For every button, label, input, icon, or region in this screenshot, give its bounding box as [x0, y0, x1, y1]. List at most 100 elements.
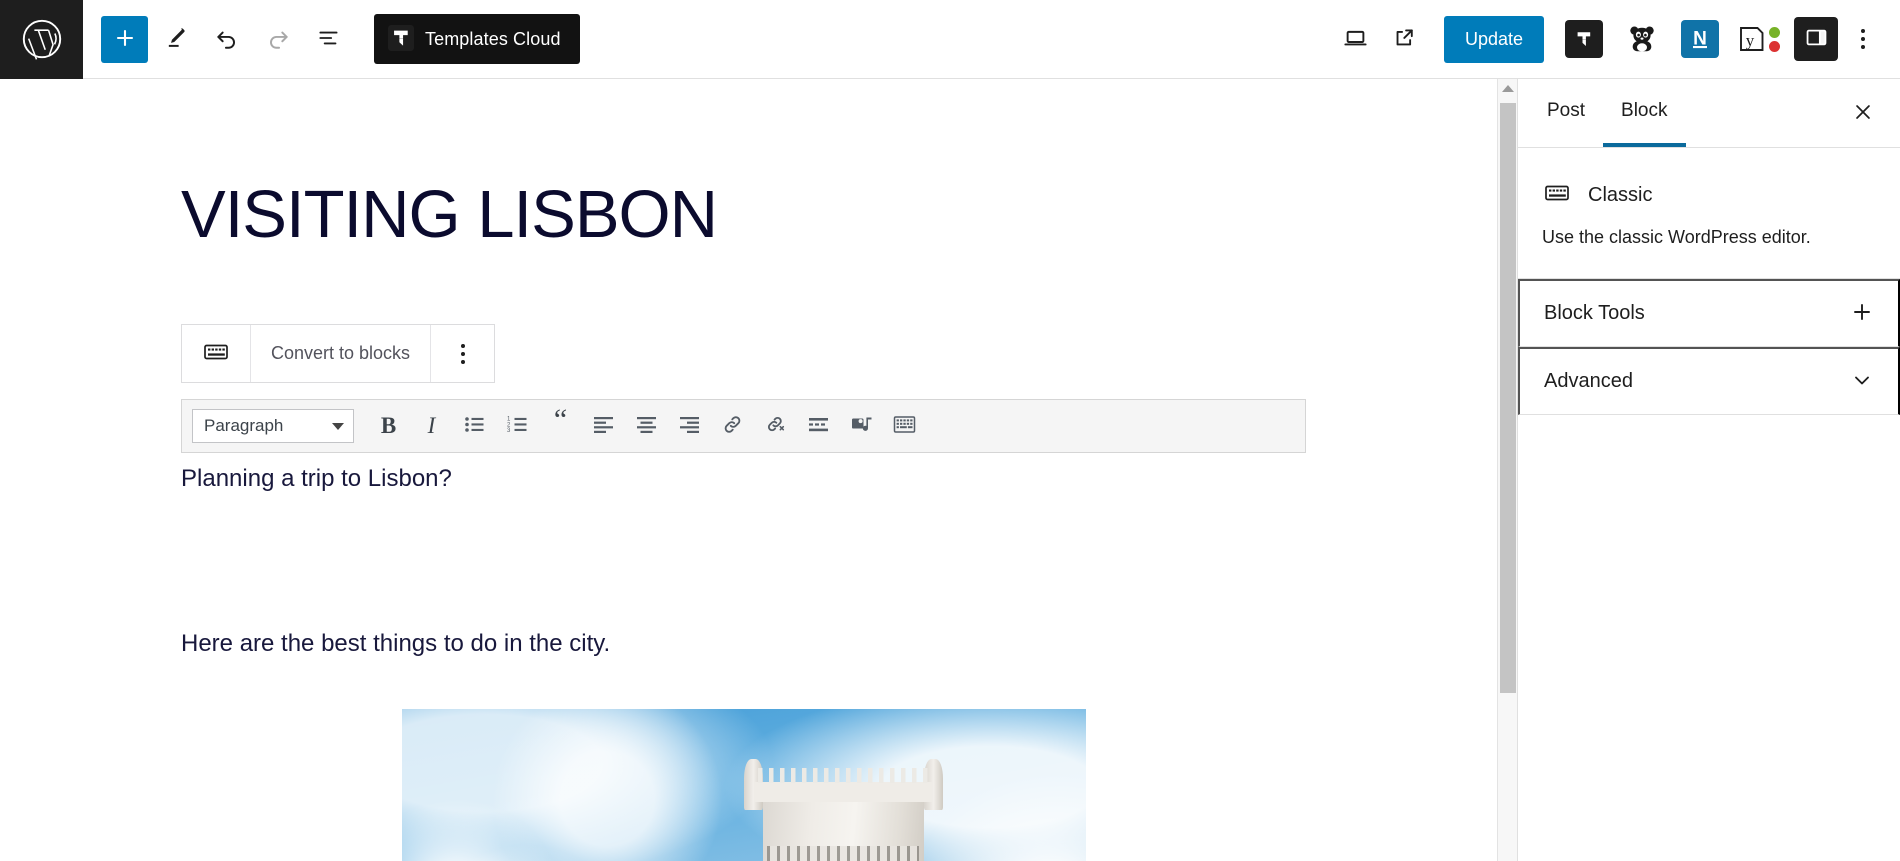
chevron-down-icon [332, 423, 344, 430]
bold-button[interactable]: B [368, 406, 409, 446]
kitchen-sink-icon [893, 413, 916, 439]
editor-scrollbar[interactable] [1497, 79, 1517, 861]
bulleted-list-button[interactable] [454, 406, 495, 446]
unlink-icon [765, 414, 786, 438]
block-options-button[interactable] [431, 325, 494, 382]
list-view-icon [316, 25, 342, 54]
view-post-button[interactable] [1381, 16, 1428, 63]
block-name: Classic [1588, 184, 1652, 207]
paragraph-1[interactable]: Planning a trip to Lisbon? [181, 465, 452, 493]
tools-pencil-button[interactable] [152, 16, 199, 63]
numbered-list-button[interactable]: 1 2 3 [497, 406, 538, 446]
align-left-button[interactable] [583, 406, 624, 446]
laptop-preview-icon [1342, 24, 1369, 54]
chevron-down-icon [1850, 368, 1874, 395]
redo-icon [265, 25, 291, 54]
add-block-button[interactable] [101, 16, 148, 63]
sidebar-panel-icon [1804, 25, 1829, 53]
align-right-button[interactable] [669, 406, 710, 446]
update-button[interactable]: Update [1444, 16, 1544, 63]
panel-advanced[interactable]: Advanced [1518, 347, 1900, 415]
editor-canvas[interactable]: VISITING LISBON Convert to blocks [0, 79, 1497, 861]
undo-button[interactable] [203, 16, 250, 63]
toolbar-toggle-button[interactable] [884, 406, 925, 446]
align-left-icon [593, 414, 614, 438]
add-media-button[interactable] [841, 406, 882, 446]
insert-read-more-button[interactable] [798, 406, 839, 446]
templates-cloud-icon [1565, 20, 1603, 58]
block-card: Classic Use the classic WordPress editor… [1518, 148, 1900, 279]
read-more-icon [808, 414, 829, 438]
panel-block-tools[interactable]: Block Tools [1518, 279, 1900, 347]
kebab-dot [1861, 45, 1865, 49]
wordpress-logo-button[interactable] [0, 0, 83, 79]
plugin-yoast-seo-button[interactable]: y [1733, 14, 1783, 64]
post-image-belem-tower[interactable] [402, 709, 1086, 861]
block-description: Use the classic WordPress editor. [1542, 225, 1876, 250]
kebab-dot [461, 360, 465, 364]
keyboard-icon [201, 337, 231, 370]
media-photo-music-icon [851, 414, 873, 439]
block-toolbar: Convert to blocks [181, 324, 495, 383]
plugin-panda-button[interactable] [1617, 14, 1667, 64]
remove-link-button[interactable] [755, 406, 796, 446]
settings-sidebar-toggle-button[interactable] [1794, 17, 1838, 61]
panel-block-tools-label: Block Tools [1544, 302, 1645, 325]
blockquote-button[interactable]: “ [540, 406, 581, 446]
kebab-dot [461, 352, 465, 356]
wordpress-logo-icon [21, 18, 63, 60]
bulleted-list-icon [464, 414, 485, 438]
templates-cloud-button[interactable]: Templates Cloud [374, 14, 580, 64]
italic-button[interactable]: I [411, 406, 452, 446]
tower-crenellations [758, 768, 928, 783]
templates-cloud-label: Templates Cloud [425, 29, 561, 50]
external-link-icon [1392, 25, 1417, 53]
numbered-list-icon: 1 2 3 [507, 414, 528, 438]
panda-icon [1626, 22, 1658, 57]
convert-to-blocks-button[interactable]: Convert to blocks [251, 325, 431, 382]
document-overview-button[interactable] [305, 16, 352, 63]
yoast-seo-score-dot [1769, 41, 1780, 52]
plus-icon [113, 26, 137, 53]
settings-sidebar: Post Block [1517, 79, 1900, 861]
tower-parapet [754, 782, 932, 802]
svg-text:y: y [1745, 31, 1754, 50]
kebab-dot [1861, 29, 1865, 33]
undo-icon [214, 25, 240, 54]
plugin-nitropack-button[interactable]: N [1675, 14, 1725, 64]
format-select-value: Paragraph [204, 416, 283, 436]
yoast-readability-dot [1769, 27, 1780, 38]
classic-editor-toolbar: Paragraph B I 1 2 3 “ [181, 399, 1306, 453]
yoast-score-dots [1769, 27, 1780, 52]
paragraph-format-select[interactable]: Paragraph [192, 409, 354, 443]
svg-text:3: 3 [507, 428, 511, 434]
insert-link-button[interactable] [712, 406, 753, 446]
panel-advanced-label: Advanced [1544, 370, 1633, 393]
tab-post[interactable]: Post [1529, 79, 1603, 147]
scrollbar-thumb[interactable] [1500, 103, 1516, 693]
yoast-seo-icon: y [1737, 24, 1780, 54]
post-title[interactable]: VISITING LISBON [181, 176, 717, 253]
nitropack-icon: N [1681, 20, 1719, 58]
preview-button[interactable] [1332, 16, 1379, 63]
templates-cloud-icon [388, 25, 414, 54]
belem-tower-illustration [737, 754, 949, 861]
align-center-button[interactable] [626, 406, 667, 446]
align-right-icon [679, 414, 700, 438]
close-sidebar-button[interactable] [1840, 90, 1886, 136]
top-bar-left-group: Templates Cloud [83, 14, 580, 64]
editor-options-button[interactable] [1840, 16, 1886, 63]
plugin-templates-cloud-button[interactable] [1559, 14, 1609, 64]
tab-block[interactable]: Block [1603, 79, 1685, 147]
scroll-up-arrow-icon[interactable] [1502, 85, 1514, 92]
top-bar-right-group: Update [1332, 14, 1900, 64]
plus-icon [1850, 300, 1874, 327]
link-icon [722, 414, 743, 438]
block-type-button[interactable] [182, 325, 251, 382]
keyboard-icon [1542, 178, 1572, 213]
paragraph-2[interactable]: Here are the best things to do in the ci… [181, 630, 610, 658]
close-icon [1852, 101, 1874, 126]
align-center-icon [636, 414, 657, 438]
tower-balcony-band [767, 846, 920, 861]
redo-button[interactable] [254, 16, 301, 63]
